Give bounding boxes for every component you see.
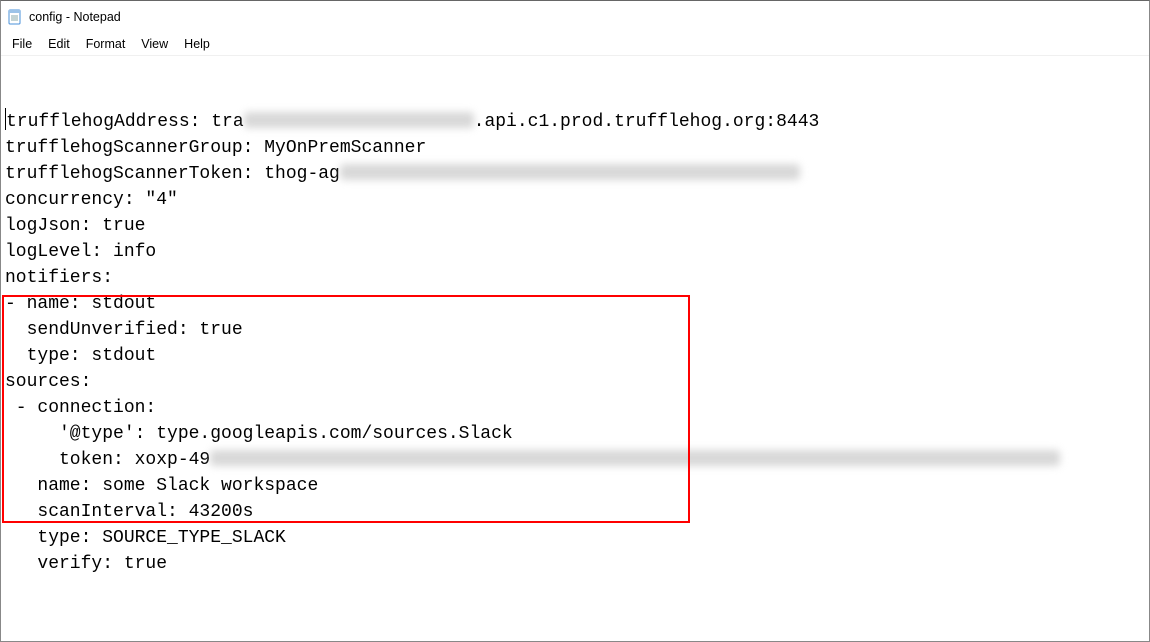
- editor-line: concurrency: "4": [5, 187, 1145, 213]
- editor-line: logLevel: info: [5, 239, 1145, 265]
- editor-line: trufflehogScannerGroup: MyOnPremScanner: [5, 135, 1145, 161]
- redacted-segment: [340, 164, 800, 180]
- editor-line: - connection:: [5, 395, 1145, 421]
- window-title: config - Notepad: [29, 10, 121, 24]
- menu-help[interactable]: Help: [177, 36, 217, 52]
- editor-line: type: stdout: [5, 343, 1145, 369]
- menu-file[interactable]: File: [5, 36, 39, 52]
- editor-line: token: xoxp-49: [5, 447, 1145, 473]
- text-editor-area[interactable]: trufflehogAddress: tra.api.c1.prod.truff…: [1, 55, 1149, 607]
- editor-line: type: SOURCE_TYPE_SLACK: [5, 525, 1145, 551]
- notepad-icon: [7, 9, 23, 25]
- redacted-segment: [210, 450, 1060, 466]
- titlebar[interactable]: config - Notepad: [1, 1, 1149, 33]
- editor-line: verify: true: [5, 551, 1145, 577]
- editor-line: '@type': type.googleapis.com/sources.Sla…: [5, 421, 1145, 447]
- editor-line: name: some Slack workspace: [5, 473, 1145, 499]
- editor-line: notifiers:: [5, 265, 1145, 291]
- menu-edit[interactable]: Edit: [41, 36, 77, 52]
- editor-line: - name: stdout: [5, 291, 1145, 317]
- menu-format[interactable]: Format: [79, 36, 133, 52]
- text-caret: [5, 108, 6, 130]
- redacted-segment: [244, 112, 474, 128]
- menubar: File Edit Format View Help: [1, 33, 1149, 55]
- editor-line: sources:: [5, 369, 1145, 395]
- editor-line: sendUnverified: true: [5, 317, 1145, 343]
- editor-line: trufflehogScannerToken: thog-ag: [5, 161, 1145, 187]
- editor-line: trufflehogAddress: tra.api.c1.prod.truff…: [5, 108, 1145, 135]
- editor-line: logJson: true: [5, 213, 1145, 239]
- menu-view[interactable]: View: [134, 36, 175, 52]
- editor-line: scanInterval: 43200s: [5, 499, 1145, 525]
